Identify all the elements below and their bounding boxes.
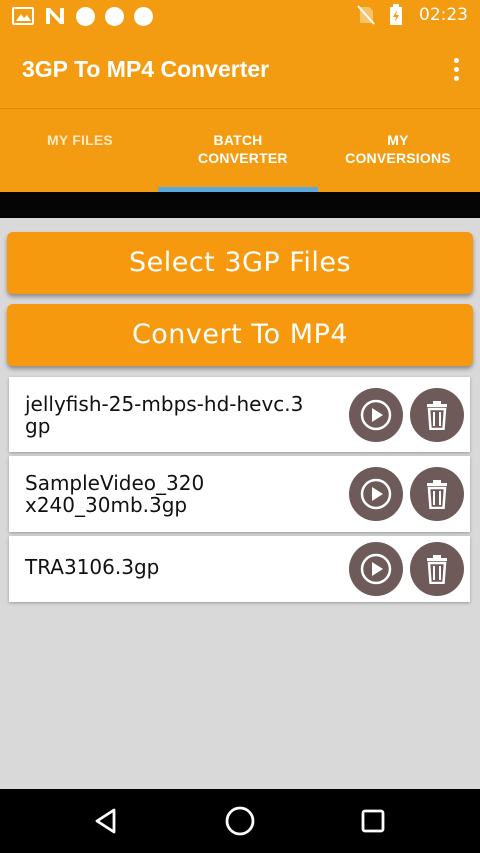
delete-button[interactable]	[410, 542, 464, 596]
tab-label: MY FILES	[47, 132, 113, 148]
notification-icons	[12, 6, 153, 26]
back-icon[interactable]	[86, 803, 126, 839]
clock: 02:23	[419, 5, 468, 25]
tab-my-files[interactable]: MY FILES	[0, 109, 160, 193]
status-bar: 02:23	[0, 0, 480, 32]
list-item: TRA3106.3gp	[9, 536, 470, 602]
more-vert-icon[interactable]	[446, 52, 466, 86]
delete-button[interactable]	[410, 467, 464, 521]
tab-label: BATCH CONVERTER	[198, 132, 288, 166]
select-files-button[interactable]: Select 3GP Files	[7, 232, 473, 294]
delete-button[interactable]	[410, 388, 464, 442]
n-icon	[44, 6, 66, 26]
app-bar: 3GP To MP4 Converter	[0, 32, 480, 108]
recents-icon[interactable]	[353, 803, 393, 839]
system-icons: 02:23	[355, 4, 468, 25]
dot-icon	[76, 6, 95, 26]
app-title: 3GP To MP4 Converter	[22, 56, 270, 82]
dot-icon	[134, 6, 153, 26]
convert-button[interactable]: Convert To MP4	[7, 304, 473, 366]
tab-bar: MY FILES BATCH CONVERTER MY CONVERSIONS	[0, 108, 480, 192]
play-icon	[360, 478, 392, 510]
list-item: SampleVideo_320x240_30mb.3gp	[9, 456, 470, 532]
file-name: jellyfish-25-mbps-hd-hevc.3gp	[25, 392, 304, 438]
trash-icon	[427, 480, 447, 509]
trash-icon	[427, 401, 447, 430]
battery-icon	[385, 4, 407, 25]
home-icon[interactable]	[220, 803, 260, 839]
tab-my-conversions[interactable]: MY CONVERSIONS	[318, 109, 478, 193]
play-icon	[360, 399, 392, 431]
navigation-bar	[0, 789, 480, 853]
list-item: jellyfish-25-mbps-hd-hevc.3gp	[9, 377, 470, 452]
play-button[interactable]	[349, 542, 403, 596]
gallery-icon	[12, 6, 34, 26]
tab-batch-converter[interactable]: BATCH CONVERTER	[158, 109, 318, 193]
tab-label: MY CONVERSIONS	[345, 132, 451, 166]
file-name: TRA3106.3gp	[25, 555, 160, 579]
trash-icon	[427, 555, 447, 584]
play-button[interactable]	[349, 467, 403, 521]
no-sim-icon	[355, 5, 377, 25]
play-icon	[360, 553, 392, 585]
file-name: SampleVideo_320x240_30mb.3gp	[25, 471, 205, 517]
play-button[interactable]	[349, 388, 403, 442]
divider-strip	[0, 192, 480, 218]
dot-icon	[105, 6, 124, 26]
